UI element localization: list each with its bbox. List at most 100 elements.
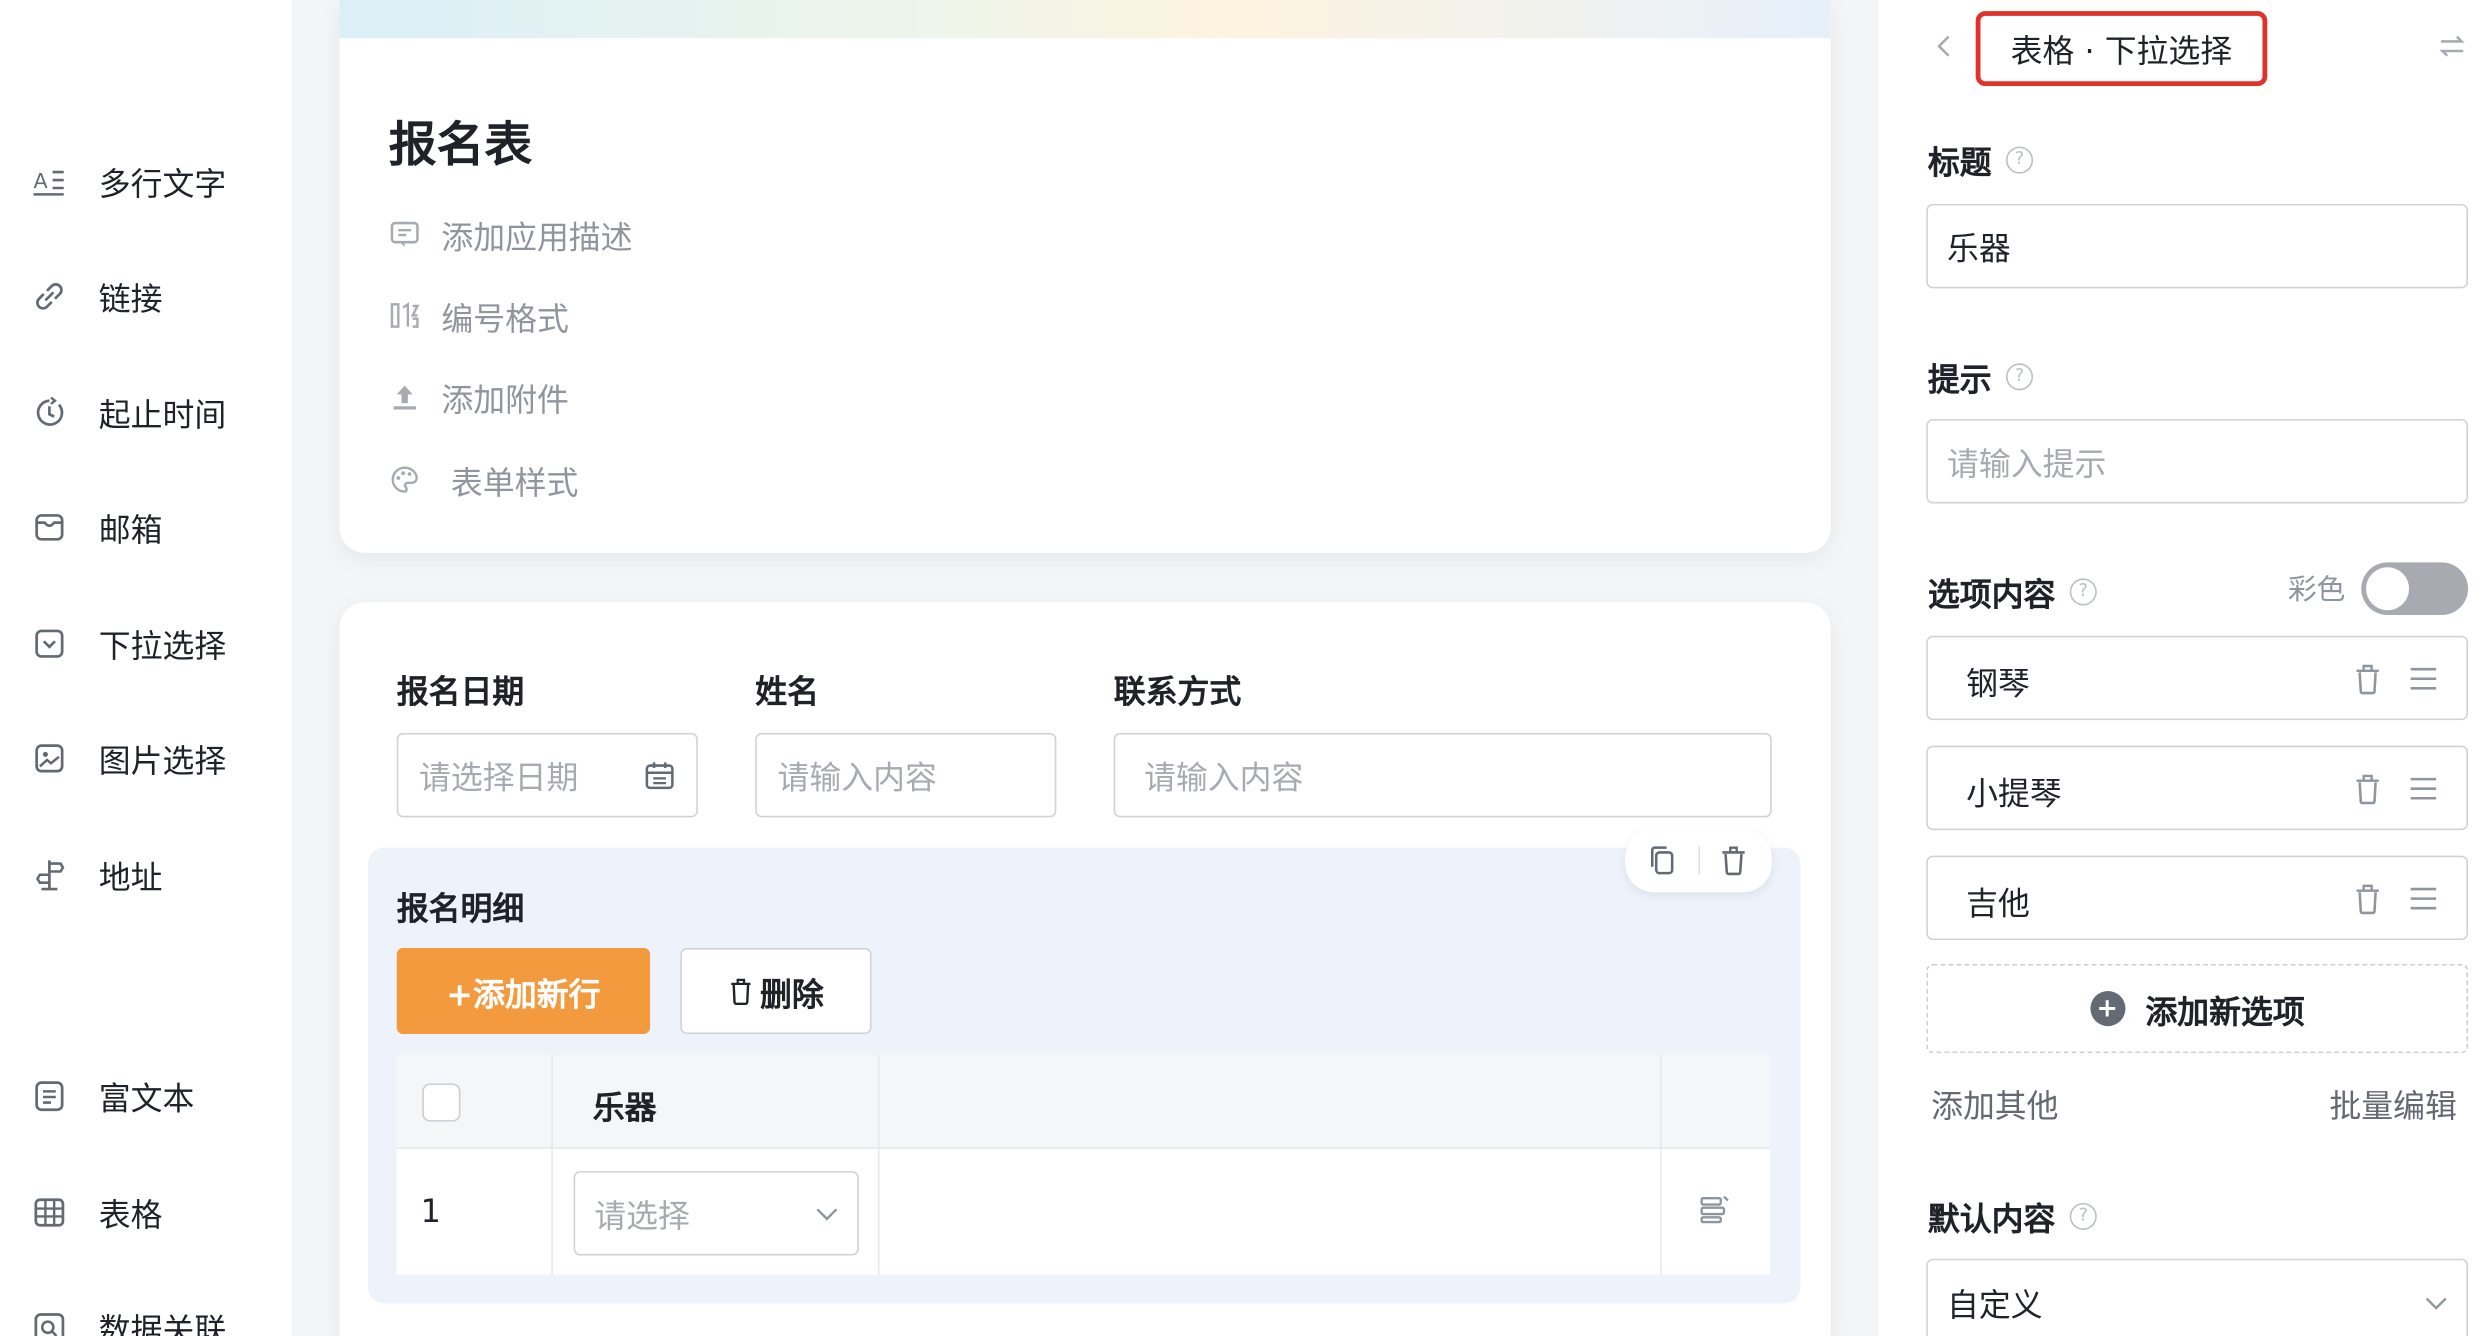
field-label-contact: 联系方式: [1113, 672, 1242, 711]
chevron-down-icon: [2425, 1297, 2447, 1310]
sidebar-item-label: 地址: [98, 857, 163, 897]
subtable-toolbar: [1625, 828, 1772, 893]
mailbox-icon: [35, 514, 64, 541]
trash-icon[interactable]: [2352, 881, 2384, 916]
delete-row-button[interactable]: 删除: [680, 948, 872, 1035]
trash-icon[interactable]: [2352, 661, 2384, 696]
option-label[interactable]: 钢琴: [1966, 658, 2030, 704]
form-header-card: 报名表 添加应用描述 编号格式 添加附件 表单样式: [339, 0, 1831, 553]
color-toggle[interactable]: [2361, 562, 2469, 616]
trash-icon[interactable]: [1716, 843, 1751, 878]
title-setting-label: 标题 ?: [1927, 137, 2034, 183]
header-gradient: [339, 0, 1831, 39]
sidebar-item-mailbox[interactable]: 邮箱: [0, 496, 292, 560]
sidebar-item-label: 下拉选择: [98, 626, 227, 666]
number-format-icon: [390, 302, 420, 328]
delete-label: 删除: [760, 974, 824, 1013]
sidebar-item-data-link[interactable]: 数据关联: [0, 1295, 292, 1336]
sidebar-item-table[interactable]: 表格: [0, 1181, 292, 1245]
option-item[interactable]: 小提琴: [1926, 745, 2469, 831]
default-setting-label: 默认内容 ?: [1928, 1193, 2097, 1239]
sidebar-item-label: 链接: [98, 279, 163, 318]
title-input[interactable]: 乐器: [1926, 203, 2469, 289]
select-placeholder: 请选择: [594, 1196, 690, 1235]
field-label-date: 报名日期: [396, 672, 525, 711]
copy-icon[interactable]: [1646, 843, 1681, 878]
help-icon[interactable]: ?: [2069, 578, 2097, 606]
default-label-text: 默认内容: [1927, 1199, 2056, 1238]
name-field[interactable]: 请输入内容: [755, 732, 1057, 818]
add-description-button[interactable]: 添加应用描述: [389, 212, 633, 257]
sidebar-item-image[interactable]: 图片选择: [0, 727, 292, 791]
option-item[interactable]: 钢琴: [1926, 635, 2469, 721]
sidebar-item-multiline-text[interactable]: A 多行文字: [0, 150, 292, 214]
toolbar-divider: [1698, 846, 1701, 875]
help-icon[interactable]: ?: [2005, 146, 2034, 174]
sidebar-item-dropdown[interactable]: 下拉选择: [0, 612, 292, 676]
sidebar-item-label: 数据关联: [98, 1310, 227, 1336]
calendar-icon: [645, 761, 674, 789]
plus-circle-icon: +: [2089, 991, 2125, 1027]
table-icon: [34, 1198, 65, 1227]
options-label-text: 选项内容: [1927, 575, 2056, 614]
form-title[interactable]: 报名表: [389, 105, 532, 175]
add-option-button[interactable]: + 添加新选项: [1926, 963, 2469, 1054]
option-label[interactable]: 吉他: [1966, 878, 2030, 924]
drag-handle-icon[interactable]: [2407, 661, 2439, 696]
contact-placeholder: 请输入内容: [1143, 758, 1304, 797]
svg-text:A: A: [33, 169, 47, 193]
number-format-button[interactable]: 编号格式: [389, 293, 569, 338]
help-icon[interactable]: ?: [2069, 1202, 2097, 1231]
contact-field[interactable]: 请输入内容: [1113, 732, 1772, 818]
column-divider: [1660, 1054, 1662, 1275]
sidebar-item-label: 图片选择: [98, 741, 227, 780]
sidebar-item-label: 多行文字: [98, 164, 227, 204]
option-item[interactable]: 吉他: [1926, 855, 2469, 941]
options-setting-label: 选项内容 ?: [1928, 569, 2097, 615]
hint-label-text: 提示: [1927, 360, 1992, 399]
add-attachment-button[interactable]: 添加附件: [389, 374, 569, 419]
sidebar-item-label: 邮箱: [98, 510, 163, 549]
name-placeholder: 请输入内容: [777, 758, 937, 797]
form-style-button[interactable]: 表单样式: [389, 457, 579, 502]
instrument-select[interactable]: 请选择: [573, 1171, 859, 1256]
sidebar-item-rich-text[interactable]: 富文本: [0, 1064, 292, 1128]
batch-edit-link[interactable]: 批量编辑: [2329, 1080, 2456, 1126]
multiline-text-icon: A: [33, 169, 64, 196]
hint-input[interactable]: 请输入提示: [1926, 419, 2469, 504]
select-all-checkbox[interactable]: [422, 1083, 461, 1122]
sidebar-item-label: 富文本: [98, 1079, 195, 1118]
column-divider: [877, 1054, 880, 1275]
subtable-title: 报名明细: [396, 889, 525, 928]
swap-icon[interactable]: [2436, 30, 2468, 62]
meta-label: 添加应用描述: [441, 217, 633, 256]
row-detail-icon[interactable]: [1697, 1192, 1732, 1227]
drag-handle-icon[interactable]: [2407, 771, 2439, 806]
trash-icon: [731, 978, 751, 1005]
address-icon: [35, 860, 65, 891]
add-other-link[interactable]: 添加其他: [1931, 1080, 2058, 1126]
title-label-text: 标题: [1927, 143, 1992, 182]
help-icon[interactable]: ?: [2005, 363, 2034, 391]
sidebar-item-address[interactable]: 地址: [0, 843, 292, 907]
palette-icon: [391, 466, 418, 493]
column-divider: [551, 1054, 553, 1275]
date-placeholder: 请选择日期: [419, 758, 579, 797]
image-icon: [35, 744, 64, 773]
option-label[interactable]: 小提琴: [1966, 768, 2062, 814]
default-value-select[interactable]: 自定义: [1926, 1258, 2469, 1336]
meta-label: 表单样式: [450, 462, 579, 502]
sidebar-item-time-range[interactable]: 起止时间: [0, 381, 292, 445]
drag-handle-icon[interactable]: [2407, 881, 2439, 916]
trash-icon[interactable]: [2352, 771, 2384, 806]
chevron-left-icon[interactable]: [1929, 30, 1958, 62]
date-picker-field[interactable]: 请选择日期: [396, 732, 698, 818]
add-row-button[interactable]: +添加新行: [396, 948, 651, 1035]
toggle-knob: [2366, 567, 2410, 611]
chevron-down-icon: [816, 1208, 838, 1221]
sidebar-item-link[interactable]: 链接: [0, 264, 292, 328]
subtable-block[interactable]: 报名明细 +添加新行 删除 乐器 1 请选择: [368, 828, 1801, 1304]
dropdown-icon: [35, 629, 64, 658]
form-canvas: 报名表 添加应用描述 编号格式 添加附件 表单样式 报名日期 请选择日期 姓名 …: [291, 0, 1879, 1336]
column-header-instrument[interactable]: 乐器: [593, 1082, 657, 1128]
